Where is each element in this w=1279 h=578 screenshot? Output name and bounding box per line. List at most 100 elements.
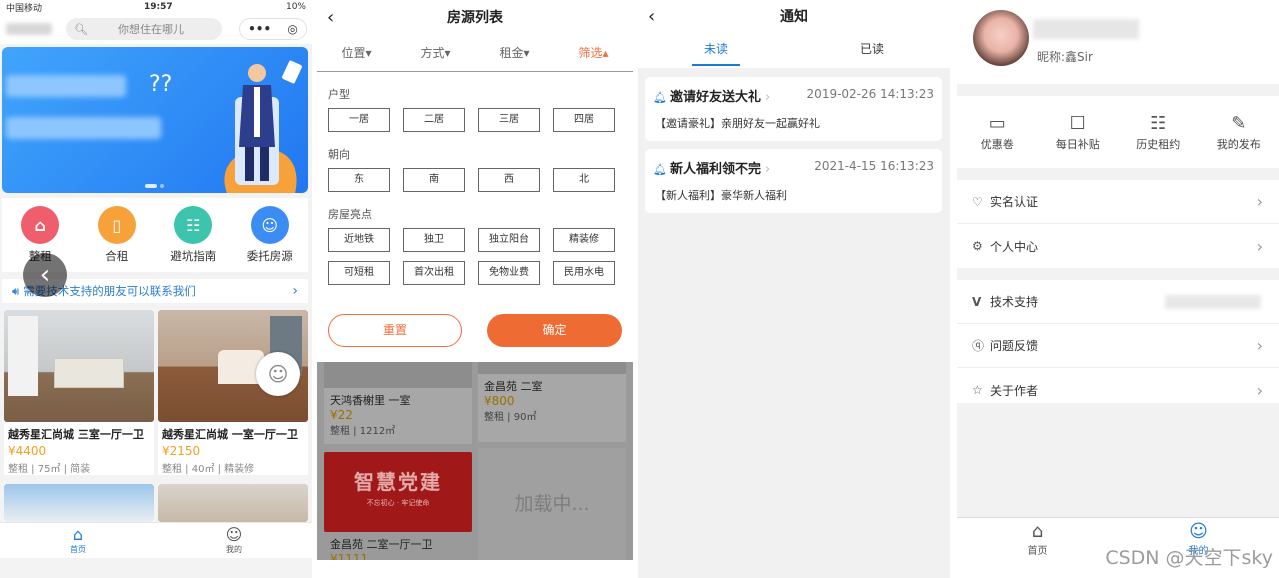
banner-text-blur bbox=[6, 75, 126, 97]
more-icon[interactable]: ••• bbox=[248, 22, 271, 36]
listing-card[interactable] bbox=[4, 484, 154, 522]
avatar[interactable] bbox=[973, 10, 1029, 66]
filter-section-layout: 户型 一居 二居 三居 四居 bbox=[317, 86, 633, 132]
filter-tab-filter[interactable]: 筛选▴ bbox=[554, 44, 633, 61]
filter-tab-rent[interactable]: 租金▾ bbox=[475, 44, 554, 61]
listing-price: ¥4400 bbox=[8, 444, 47, 458]
option-chip[interactable]: 精装修 bbox=[553, 228, 615, 252]
home-topbar: 🔍︎ 你想住在哪儿 ••• ◎ bbox=[0, 14, 312, 44]
feature-label: 我的发布 bbox=[1216, 138, 1261, 151]
speaker-icon: 🔊︎ bbox=[12, 283, 20, 298]
tab-home[interactable]: ⌂ 首页 bbox=[957, 518, 1118, 561]
quick-entry-guide[interactable]: ☷ 避坑指南 bbox=[155, 198, 232, 272]
menu-real-name[interactable]: ♡ 实名认证 › bbox=[957, 180, 1279, 224]
menu-personal-center[interactable]: ⚙ 个人中心 › bbox=[957, 224, 1279, 268]
option-chip[interactable]: 西 bbox=[478, 168, 540, 192]
quick-entry-entrust[interactable]: ☺ 委托房源 bbox=[232, 198, 309, 272]
confirm-button[interactable]: 确定 bbox=[487, 314, 622, 347]
listing-card[interactable] bbox=[158, 484, 308, 522]
home-banner[interactable]: ?? bbox=[2, 47, 308, 193]
house-icon: ⌂ bbox=[21, 206, 60, 244]
message-card[interactable]: 🔔︎ 新人福利领不完 › 2021-4-15 16:13:23 【新人福利】豪华新人… bbox=[645, 149, 942, 213]
listing-card[interactable]: 越秀星汇尚城 三室一厅一卫 ¥4400 整租 | 75㎡ | 简装 bbox=[4, 310, 154, 475]
agent-icon: ☺ bbox=[250, 206, 289, 244]
option-chip[interactable]: 免物业费 bbox=[478, 261, 540, 285]
home-icon: ⌂ bbox=[1031, 521, 1044, 542]
dimmed-list-overlay[interactable]: 天鸿香榭里 一室 ¥22 整租 | 1212㎡ 金昌苑 二室 ¥800 整租 |… bbox=[317, 362, 633, 560]
nav-bar: ‹ 通知 bbox=[638, 0, 950, 32]
banner-slogan: 不忘初心 · 牢记使命 bbox=[366, 499, 430, 507]
filter-actions: 重置 确定 bbox=[328, 314, 622, 348]
option-chip[interactable]: 独立阳台 bbox=[478, 228, 540, 252]
customer-service-avatar[interactable]: ☺ bbox=[256, 352, 300, 396]
profile-screen: 昵称:鑫Sir ▭ 优惠卷 ☐ 每日补贴 ☷ 历史租约 ✎ 我的发布 ♡ 实名认… bbox=[957, 0, 1279, 578]
star-icon: ☆ bbox=[972, 383, 983, 397]
heart-icon: ♡ bbox=[972, 194, 983, 209]
chevron-right-icon: › bbox=[292, 283, 298, 299]
option-chip[interactable]: 首次出租 bbox=[403, 261, 465, 285]
option-chip[interactable]: 南 bbox=[403, 168, 465, 192]
feature-daily-subsidy[interactable]: ☐ 每日补贴 bbox=[1038, 112, 1119, 152]
listing-title: 天鸿香榭里 一室 bbox=[330, 394, 411, 407]
username-blurred bbox=[1033, 19, 1139, 39]
feature-label: 每日补贴 bbox=[1055, 138, 1100, 151]
listing-photo bbox=[4, 310, 154, 422]
feature-history-lease[interactable]: ☷ 历史租约 bbox=[1118, 112, 1199, 152]
tab-mine[interactable]: ☺ 我的 bbox=[156, 523, 312, 558]
listing-price: ¥22 bbox=[330, 408, 353, 422]
back-overlay-button[interactable]: ‹ bbox=[23, 253, 67, 297]
caret-down-icon: ▾ bbox=[444, 46, 451, 60]
tab-home[interactable]: ⌂ 首页 bbox=[0, 523, 156, 558]
door-icon: ▯ bbox=[97, 206, 136, 244]
miniapp-capsule[interactable]: ••• ◎ bbox=[239, 18, 307, 40]
message-date: 2019-02-26 14:13:23 bbox=[806, 87, 934, 101]
menu-label: 个人中心 bbox=[990, 239, 1039, 254]
back-icon[interactable]: ‹ bbox=[648, 6, 655, 27]
menu-feedback[interactable]: ⓠ 问题反馈 › bbox=[957, 324, 1279, 368]
option-chip[interactable]: 独卫 bbox=[403, 228, 465, 252]
filter-tab-mode[interactable]: 方式▾ bbox=[396, 44, 475, 61]
option-chip[interactable]: 可短租 bbox=[328, 261, 390, 285]
clock-text: 19:57 bbox=[144, 2, 173, 12]
quick-entry-shared-rent[interactable]: ▯ 合租 bbox=[79, 198, 156, 272]
feature-coupon[interactable]: ▭ 优惠卷 bbox=[957, 112, 1038, 152]
filter-tab-location[interactable]: 位置▾ bbox=[317, 44, 396, 61]
ticket-icon: ▭ bbox=[988, 113, 1006, 134]
listing-price: ¥2150 bbox=[162, 444, 201, 458]
city-selector[interactable] bbox=[6, 23, 52, 35]
option-chip[interactable]: 北 bbox=[553, 168, 615, 192]
option-chip[interactable]: 近地铁 bbox=[328, 228, 390, 252]
feature-my-posts[interactable]: ✎ 我的发布 bbox=[1199, 112, 1279, 152]
section-heading: 朝向 bbox=[328, 148, 350, 161]
option-chip[interactable]: 东 bbox=[328, 168, 390, 192]
option-chip[interactable]: 二居 bbox=[403, 108, 465, 132]
search-input[interactable]: 🔍︎ 你想住在哪儿 bbox=[66, 18, 222, 40]
option-chip[interactable]: 三居 bbox=[478, 108, 540, 132]
close-miniapp-icon[interactable]: ◎ bbox=[287, 22, 297, 36]
caret-up-icon: ▴ bbox=[602, 46, 609, 60]
tab-read[interactable]: 已读 bbox=[794, 32, 950, 68]
menu-tech-support[interactable]: V 技术支持 bbox=[957, 280, 1279, 324]
empty-area bbox=[957, 403, 1279, 517]
feature-label: 优惠卷 bbox=[980, 138, 1014, 151]
notification-screen: ‹ 通知 未读 已读 🔔︎ 邀请好友送大礼 › 2019-02-26 14:13:2… bbox=[638, 0, 950, 578]
chevron-right-icon: › bbox=[764, 162, 771, 177]
tab-label: 我的 bbox=[226, 545, 242, 554]
tab-unread[interactable]: 未读 bbox=[638, 32, 794, 68]
listing-price: ¥1111 bbox=[330, 552, 369, 560]
chevron-right-icon: › bbox=[764, 90, 771, 105]
option-chip[interactable]: 一居 bbox=[328, 108, 390, 132]
house-list-screen: ‹ 房源列表 位置▾ 方式▾ 租金▾ 筛选▴ 户型 一居 二居 三居 四居 朝向… bbox=[317, 0, 633, 578]
option-chip[interactable]: 民用水电 bbox=[553, 261, 615, 285]
reset-button[interactable]: 重置 bbox=[328, 314, 462, 347]
user-icon: ☺ bbox=[1189, 521, 1208, 542]
message-card[interactable]: 🔔︎ 邀请好友送大礼 › 2019-02-26 14:13:23 【邀请豪礼】亲朋好… bbox=[645, 77, 942, 141]
page-title: 房源列表 bbox=[447, 10, 503, 26]
listing-price: ¥800 bbox=[484, 394, 515, 408]
page-title: 通知 bbox=[780, 9, 808, 25]
back-icon[interactable]: ‹ bbox=[327, 7, 334, 28]
option-chip[interactable]: 四居 bbox=[553, 108, 615, 132]
svg-text:??: ?? bbox=[149, 72, 172, 97]
banner-text-blur bbox=[6, 117, 161, 139]
message-date: 2021-4-15 16:13:23 bbox=[814, 159, 934, 173]
